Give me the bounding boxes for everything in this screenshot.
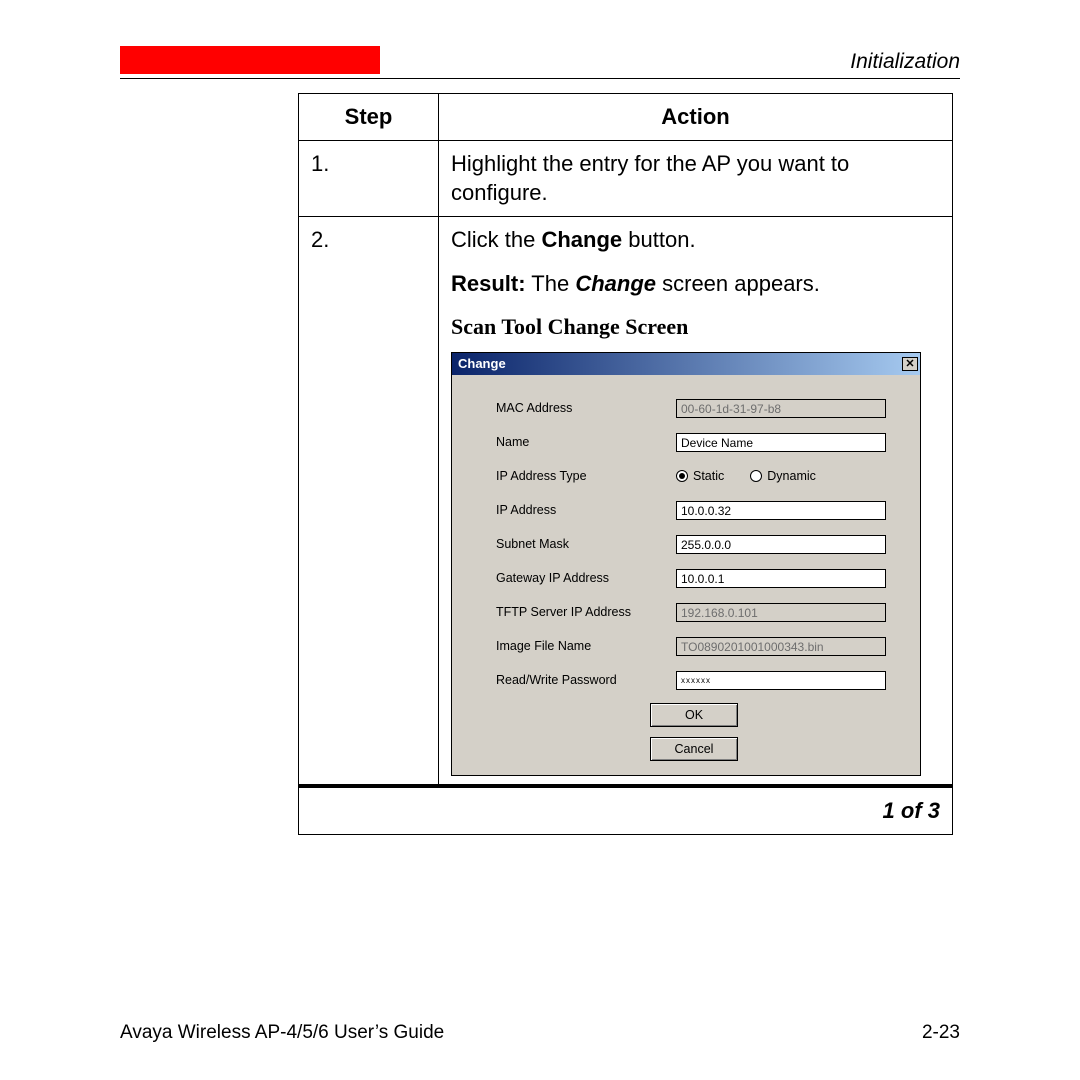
footer-right: 2-23 xyxy=(922,1022,960,1044)
mac-field: 00-60-1d-31-97-b8 xyxy=(676,399,886,418)
tftp-label: TFTP Server IP Address xyxy=(496,604,676,621)
footer-left: Avaya Wireless AP-4/5/6 User’s Guide xyxy=(120,1022,444,1044)
change-italic: Change xyxy=(575,271,656,296)
radio-static[interactable]: Static xyxy=(676,468,724,485)
table-row: 1. Highlight the entry for the AP you wa… xyxy=(299,140,953,216)
page-header: Initialization xyxy=(120,40,960,74)
password-field[interactable]: xxxxxx xyxy=(676,671,886,690)
page-of: 1 of 3 xyxy=(299,786,953,834)
image-field: TO0890201001000343.bin xyxy=(676,637,886,656)
tftp-field: 192.168.0.101 xyxy=(676,603,886,622)
cancel-button[interactable]: Cancel xyxy=(650,737,738,761)
step-action-cell: Click the Change button. Result: The Cha… xyxy=(439,217,953,787)
subnet-label: Subnet Mask xyxy=(496,536,676,553)
name-label: Name xyxy=(496,434,676,451)
click-line: Click the Change button. xyxy=(451,225,940,255)
password-label: Read/Write Password xyxy=(496,672,676,689)
name-field[interactable]: Device Name xyxy=(676,433,886,452)
steps-table: Step Action 1. Highlight the entry for t… xyxy=(298,93,953,835)
step-action: Highlight the entry for the AP you want … xyxy=(439,140,953,216)
close-icon[interactable]: ✕ xyxy=(902,357,918,371)
red-bar-decor xyxy=(120,46,380,74)
image-label: Image File Name xyxy=(496,638,676,655)
text: Click the xyxy=(451,227,541,252)
ok-button[interactable]: OK xyxy=(650,703,738,727)
dynamic-label: Dynamic xyxy=(767,469,816,483)
ip-field[interactable]: 10.0.0.32 xyxy=(676,501,886,520)
text: screen appears. xyxy=(656,271,820,296)
col-step-header: Step xyxy=(299,94,439,141)
page-footer: Avaya Wireless AP-4/5/6 User’s Guide 2-2… xyxy=(120,1022,960,1044)
radio-icon xyxy=(750,470,762,482)
change-bold: Change xyxy=(541,227,622,252)
section-title: Initialization xyxy=(850,50,960,74)
result-line: Result: The Change screen appears. xyxy=(451,269,940,299)
gateway-field[interactable]: 10.0.0.1 xyxy=(676,569,886,588)
col-action-header: Action xyxy=(439,94,953,141)
text: The xyxy=(526,271,576,296)
mac-label: MAC Address xyxy=(496,400,676,417)
static-label: Static xyxy=(693,469,724,483)
step-number: 1. xyxy=(299,140,439,216)
radio-icon xyxy=(676,470,688,482)
step-number: 2. xyxy=(299,217,439,787)
table-header-row: Step Action xyxy=(299,94,953,141)
subnet-field[interactable]: 255.0.0.0 xyxy=(676,535,886,554)
header-rule xyxy=(120,78,960,79)
gateway-label: Gateway IP Address xyxy=(496,570,676,587)
page-of-row: 1 of 3 xyxy=(299,786,953,834)
table-row: 2. Click the Change button. Result: The … xyxy=(299,217,953,787)
change-dialog: Change ✕ MAC Address 00-60-1d-31-97-b8 N… xyxy=(451,352,921,776)
dialog-caption: Scan Tool Change Screen xyxy=(451,312,940,342)
ip-label: IP Address xyxy=(496,502,676,519)
dialog-title: Change xyxy=(458,355,506,373)
text: button. xyxy=(622,227,695,252)
radio-dynamic[interactable]: Dynamic xyxy=(750,468,816,485)
dialog-body: MAC Address 00-60-1d-31-97-b8 Name Devic… xyxy=(452,375,920,775)
dialog-titlebar: Change ✕ xyxy=(452,353,920,375)
iptype-label: IP Address Type xyxy=(496,468,676,485)
result-label: Result: xyxy=(451,271,526,296)
